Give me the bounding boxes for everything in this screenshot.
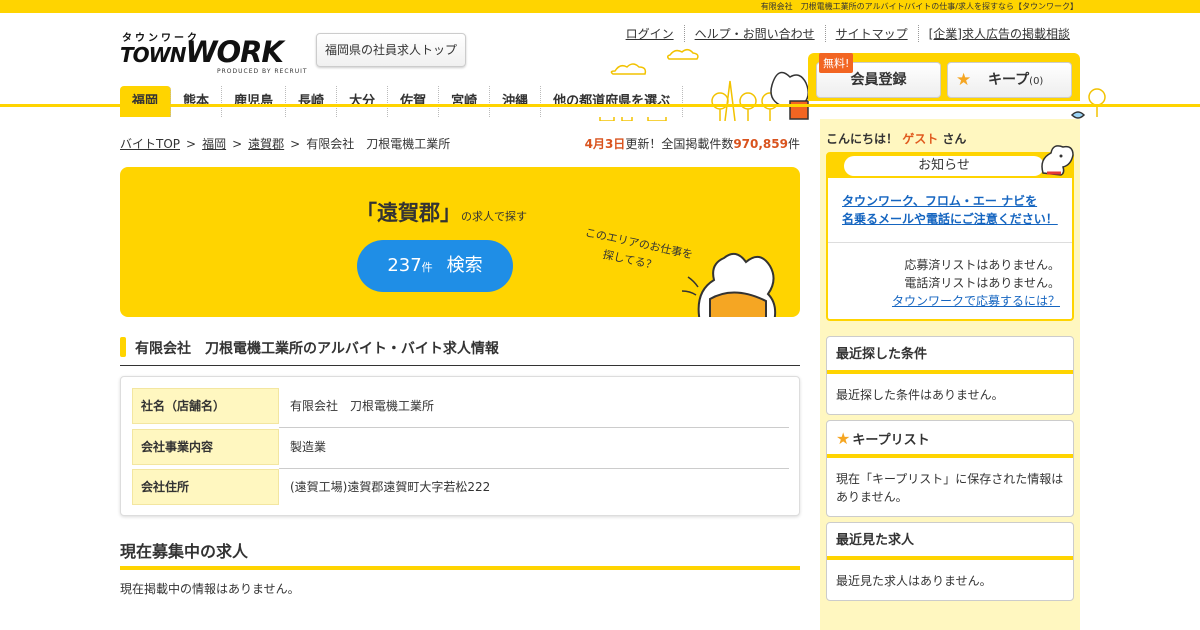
mascot-dog-icon — [1041, 145, 1074, 176]
recent-searches-empty: 最近探した条件はありません。 — [836, 388, 1004, 402]
current-jobs-title: 現在募集中の求人 — [120, 538, 800, 570]
tab-kumamoto[interactable]: 熊本 — [171, 86, 223, 117]
recently-viewed-title: 最近見た求人 — [827, 523, 1073, 560]
header-links: ログイン ヘルプ・お問い合わせ サイトマップ [企業]求人広告の掲載相談 — [616, 25, 1080, 42]
cloud-icon — [610, 63, 647, 75]
mascot-dog-icon — [770, 71, 809, 120]
recent-searches-box: 最近探した条件 最近探した条件はありません。 — [826, 336, 1074, 415]
area-search-copy: このエリアのお仕事を 探してる？ — [583, 225, 695, 273]
login-link[interactable]: ログイン — [616, 25, 684, 42]
tab-fukuoka[interactable]: 福岡 — [120, 86, 172, 117]
top-banner-text: 有限会社 刀根電機工業所のアルバイト/バイトの仕事/求人を探すなら【タウンワーク… — [760, 2, 1078, 11]
keep-list-title: ★ キープリスト — [827, 421, 1073, 458]
mascot-dog-icon — [681, 252, 777, 317]
tab-saga[interactable]: 佐賀 — [388, 86, 440, 117]
tab-okinawa[interactable]: 沖縄 — [490, 86, 542, 117]
called-list-status: 電話済リストはありません。 — [904, 276, 1060, 290]
breadcrumb-current: 有限会社 刀根電機工業所 — [306, 137, 451, 151]
address-value: (遠賀工場)遠賀郡遠賀町大字若松222 — [290, 480, 491, 494]
business-value: 製造業 — [290, 440, 327, 454]
company-section-title: 有限会社 刀根電機工業所のアルバイト・バイト求人情報 — [120, 337, 800, 366]
area-search-panel: 「遠賀郡」の求人で探す 237件 検索 このエリアのお仕事を 探してる？ — [120, 167, 800, 317]
nav-underline — [0, 104, 1200, 107]
fukuoka-employee-top-button[interactable]: 福岡県の社員求人トップ — [316, 33, 466, 67]
bird-icon — [1070, 111, 1086, 119]
keep-label: キープ(0) — [988, 72, 1044, 88]
recently-viewed-empty: 最近見た求人はありません。 — [836, 574, 992, 588]
keep-list-empty: 現在「キープリスト」に保存された情報はありません。 — [836, 472, 1064, 504]
update-info: 4月3日更新！全国掲載件数970,859件 — [584, 137, 800, 151]
breadcrumb-baito-top[interactable]: バイトTOP — [120, 137, 180, 151]
tab-miyazaki[interactable]: 宮崎 — [439, 86, 491, 117]
table-row: 社名（店舗名） 有限会社 刀根電機工業所 — [132, 388, 789, 428]
tab-other-prefectures[interactable]: 他の都道府県を選ぶ — [541, 86, 684, 117]
table-row: 会社住所 (遠賀工場)遠賀郡遠賀町大字若松222 — [132, 469, 789, 505]
notice-title: お知らせ — [844, 156, 1044, 176]
tab-kagoshima[interactable]: 鹿児島 — [222, 86, 287, 117]
tab-nagasaki[interactable]: 長崎 — [286, 86, 338, 117]
business-label: 会社事業内容 — [132, 429, 279, 465]
area-search-label: 「遠賀郡」の求人で探す — [356, 201, 527, 225]
keep-list-box: ★ キープリスト 現在「キープリスト」に保存された情報はありません。 — [826, 420, 1074, 517]
breadcrumb: バイトTOP > 福岡 > 遠賀郡 > 有限会社 刀根電機工業所 — [120, 137, 451, 151]
sitemap-link[interactable]: サイトマップ — [824, 25, 918, 42]
address-label: 会社住所 — [132, 469, 279, 505]
tab-oita[interactable]: 大分 — [337, 86, 389, 117]
prefecture-nav: 福岡 熊本 鹿児島 長崎 大分 佐賀 宮崎 沖縄 他の都道府県を選ぶ — [120, 86, 684, 117]
logo-word: TOWNWORK — [120, 35, 284, 69]
how-to-apply: タウンワークで応募するには？ — [892, 292, 1060, 309]
greeting: こんにちは！ ゲスト さん — [826, 132, 967, 146]
tower-icon — [724, 80, 736, 121]
star-icon: ★ — [956, 70, 972, 90]
company-info-table: 社名（店舗名） 有限会社 刀根電機工業所 会社事業内容 製造業 会社住所 (遠賀工場)… — [120, 376, 800, 516]
keep-button[interactable]: ★ キープ(0) — [947, 62, 1072, 98]
top-banner: 有限会社 刀根電機工業所のアルバイト/バイトの仕事/求人を探すなら【タウンワーク… — [0, 0, 1200, 13]
applied-list-status: 応募済リストはありません。 — [904, 258, 1060, 272]
company-name-value: 有限会社 刀根電機工業所 — [290, 399, 435, 413]
tree-icon — [1088, 88, 1106, 117]
keep-count: (0) — [1029, 76, 1044, 87]
free-tag: 無料! — [819, 53, 854, 73]
townwork-logo[interactable]: タウンワーク TOWNWORK PRODUCED BY RECRUIT — [120, 29, 307, 75]
notice-warning-link[interactable]: タウンワーク、フロム・エー ナビを 名乗るメールや電話にご注意ください！ — [842, 192, 1058, 228]
recent-searches-title: 最近探した条件 — [827, 337, 1073, 374]
cloud-icon — [666, 49, 699, 60]
tree-icon — [739, 92, 757, 121]
breadcrumb-onga[interactable]: 遠賀郡 — [248, 137, 284, 151]
employer-ad-link[interactable]: [企業]求人広告の掲載相談 — [917, 25, 1080, 42]
current-jobs-empty: 現在掲載中の情報はありません。 — [120, 582, 300, 596]
breadcrumb-fukuoka[interactable]: 福岡 — [202, 137, 226, 151]
company-name-label: 社名（店舗名） — [132, 388, 279, 424]
logo-produced-by: PRODUCED BY RECRUIT — [217, 68, 308, 75]
recently-viewed-box: 最近見た求人 最近見た求人はありません。 — [826, 522, 1074, 601]
area-search-button[interactable]: 237件 検索 — [357, 240, 513, 292]
table-row: 会社事業内容 製造業 — [132, 429, 789, 469]
star-icon: ★ — [836, 429, 851, 448]
help-link[interactable]: ヘルプ・お問い合わせ — [683, 25, 825, 42]
how-to-apply-link[interactable]: タウンワークで応募するには？ — [892, 294, 1060, 308]
